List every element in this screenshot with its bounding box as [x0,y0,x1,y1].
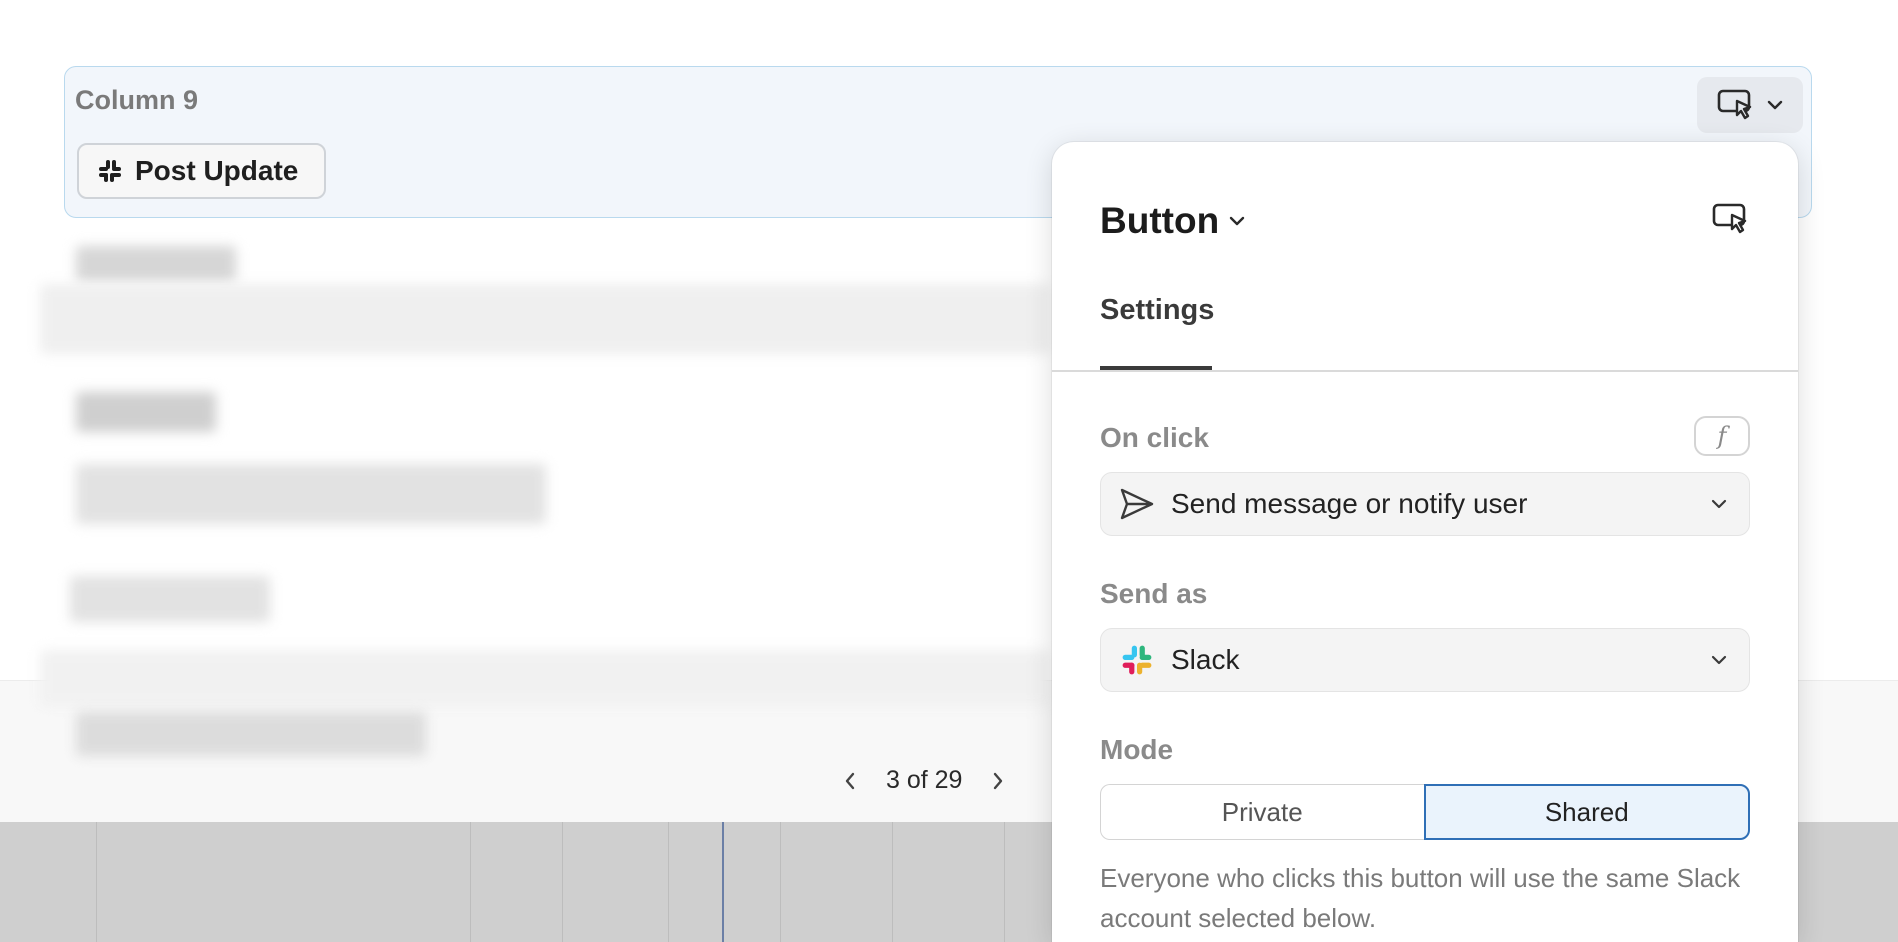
chevron-down-icon [1229,216,1245,226]
blurred-content [76,392,216,432]
chevron-down-icon [1767,100,1783,110]
column-type-dropdown[interactable] [1697,77,1803,133]
cursor-button-icon [1712,202,1750,241]
timeline-gridline [1004,822,1005,942]
panel-title: Button [1100,200,1220,241]
tab-active-indicator [1100,366,1212,370]
panel-type-dropdown[interactable]: Button [1100,200,1245,242]
blurred-content [40,650,1050,706]
send-icon [1117,484,1157,524]
on-click-label: On click [1100,422,1209,453]
on-click-select[interactable]: Send message or notify user [1100,472,1750,536]
blurred-content [40,284,1050,354]
timeline-gridline [562,822,563,942]
blurred-content [76,246,236,282]
timeline-gridline [668,822,669,942]
timeline-marker[interactable] [722,822,724,942]
chevron-right-icon [994,772,1003,789]
blurred-content [70,576,270,622]
fx-icon: f [1717,422,1727,450]
formula-toggle-button[interactable]: f [1694,416,1750,456]
timeline-gridline [470,822,471,942]
chevron-down-icon [1711,499,1727,509]
mode-option-shared[interactable]: Shared [1423,784,1750,840]
mode-help-text: Everyone who clicks this button will use… [1100,863,1741,933]
blurred-content [76,464,546,524]
send-as-value: Slack [1171,644,1240,675]
button-settings-panel: Button Settings On click f Send message … [1052,142,1798,942]
page-indicator: 3 of 29 [886,766,963,794]
mode-segmented-control: Private Shared [1100,784,1750,840]
chevron-left-icon [845,772,855,789]
mode-option-private[interactable]: Private [1100,784,1424,840]
slack-icon [99,160,121,182]
timeline-gridline [892,822,893,942]
slack-icon [1117,640,1157,680]
prev-page-button[interactable] [840,771,860,791]
column-title: Column 9 [75,85,199,115]
pagination: 3 of 29 [840,766,1008,795]
cursor-button-icon [1717,89,1752,120]
next-page-button[interactable] [988,771,1008,791]
timeline-gridline [96,822,97,942]
post-update-label: Post Update [135,155,299,186]
tab-settings[interactable]: Settings [1100,294,1214,327]
post-update-button[interactable]: Post Update [77,143,327,199]
mode-label: Mode [1100,734,1174,765]
send-as-select[interactable]: Slack [1100,628,1750,692]
send-as-label: Send as [1100,578,1208,609]
blurred-content [76,712,426,756]
timeline-gridline [780,822,781,942]
on-click-value: Send message or notify user [1171,488,1528,519]
chevron-down-icon [1711,655,1727,665]
